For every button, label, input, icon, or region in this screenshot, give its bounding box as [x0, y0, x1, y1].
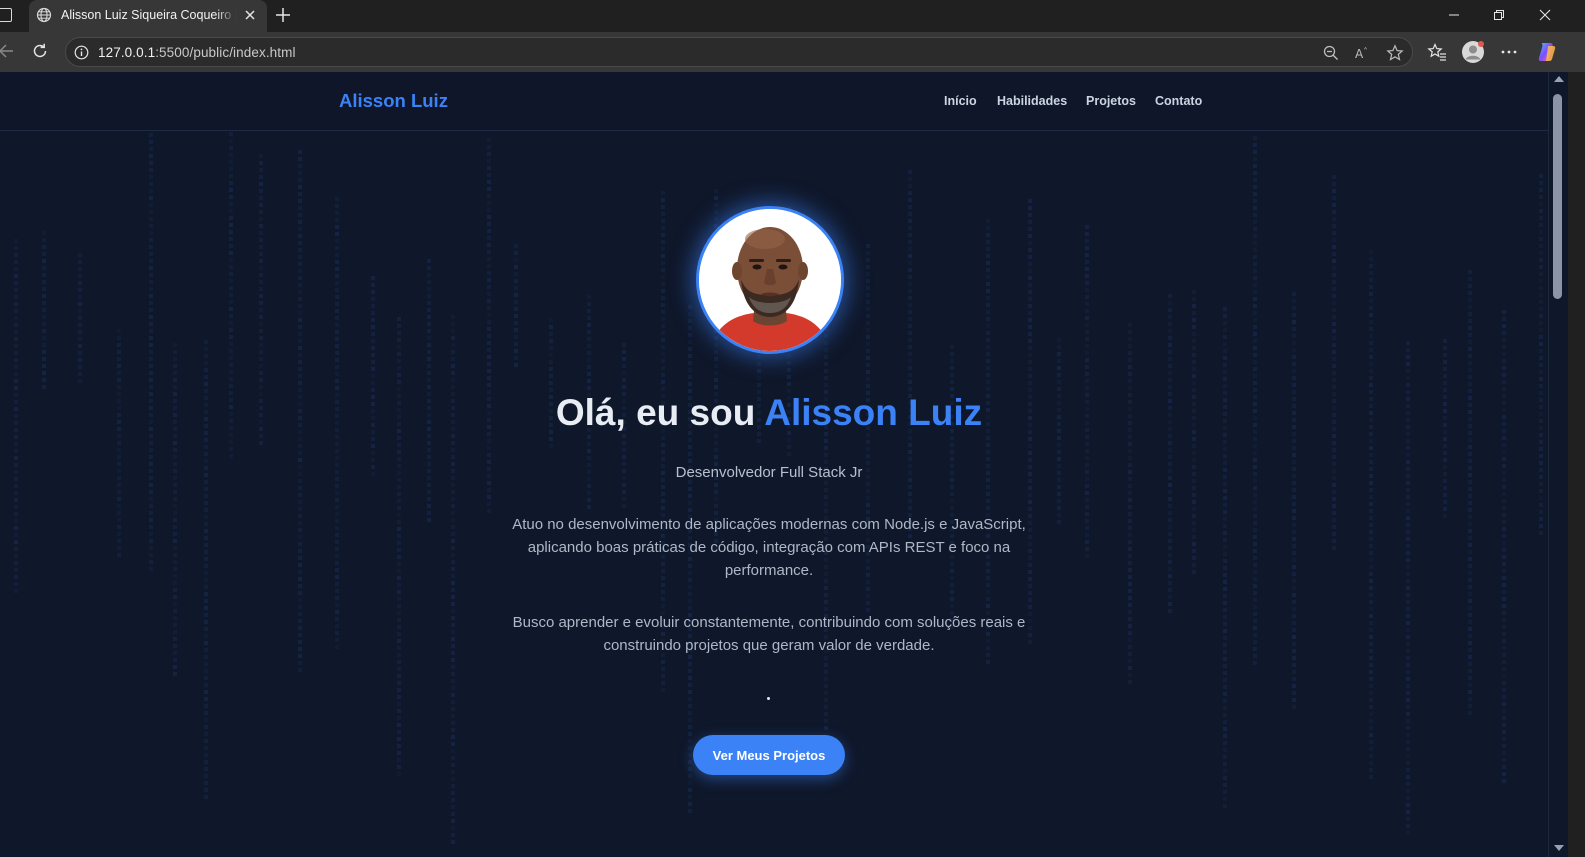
- hero-role: Desenvolvedor Full Stack Jr: [675, 464, 863, 481]
- close-window-icon: [1539, 9, 1551, 21]
- site-info-icon[interactable]: [74, 45, 89, 60]
- hero-paragraph-1: Atuo no desenvolvimento de aplicações mo…: [512, 516, 1026, 579]
- profile-photo: [696, 206, 844, 354]
- address-bar[interactable]: 127.0.0.1:5500/public/index.html A ᴬ: [65, 37, 1413, 67]
- profile-avatar-icon[interactable]: [1461, 40, 1485, 64]
- scrollbar-thumb[interactable]: [1553, 94, 1562, 299]
- read-aloud-icon[interactable]: A ᴬ: [1354, 44, 1372, 62]
- minimize-icon: [1449, 14, 1459, 16]
- hero-greeting: Olá, eu sou: [555, 392, 765, 433]
- nav-link-contato[interactable]: Contato: [1155, 94, 1202, 108]
- svg-text:A: A: [1355, 47, 1364, 61]
- nav-link-habilidades[interactable]: Habilidades: [997, 94, 1067, 108]
- tab-actions-icon[interactable]: [0, 8, 12, 22]
- browser-toolbar: 127.0.0.1:5500/public/index.html A ᴬ: [0, 32, 1585, 72]
- hero-title: Olá, eu sou Alisson Luiz: [0, 392, 1538, 434]
- zoom-out-icon[interactable]: [1322, 44, 1340, 62]
- favorite-star-icon[interactable]: [1386, 44, 1404, 62]
- minimize-button[interactable]: [1432, 0, 1476, 30]
- globe-icon: [36, 7, 52, 23]
- close-tab-icon[interactable]: [243, 8, 257, 22]
- hero-name: Alisson Luiz: [764, 392, 983, 433]
- svg-text:ᴬ: ᴬ: [1364, 46, 1367, 54]
- scroll-down-arrow-icon[interactable]: [1554, 845, 1564, 851]
- favorites-icon[interactable]: [1427, 42, 1447, 62]
- hero-paragraph-2: Busco aprender e evoluir constantemente,…: [512, 614, 1026, 654]
- site-logo[interactable]: Alisson Luiz: [339, 90, 448, 112]
- copilot-icon[interactable]: [1535, 40, 1559, 64]
- more-options-icon[interactable]: [1499, 42, 1519, 62]
- window-edge: [1568, 72, 1585, 857]
- page-scrollbar[interactable]: [1548, 72, 1568, 857]
- typing-cursor-dot: [767, 697, 770, 700]
- page-viewport: Alisson Luiz Início Habilidades Projetos…: [0, 72, 1568, 857]
- restore-button[interactable]: [1477, 0, 1521, 30]
- close-window-button[interactable]: [1523, 0, 1567, 30]
- scroll-up-arrow-icon[interactable]: [1554, 76, 1564, 82]
- back-arrow-icon[interactable]: [0, 42, 14, 60]
- nav-link-inicio[interactable]: Início: [944, 94, 977, 108]
- profile-portrait: [699, 209, 841, 351]
- new-tab-icon[interactable]: [274, 6, 292, 24]
- url-text: 127.0.0.1:5500/public/index.html: [98, 45, 296, 60]
- tab-title: Alisson Luiz Siqueira Coqueiro | Desenvo…: [61, 8, 237, 22]
- reload-icon[interactable]: [31, 42, 49, 60]
- view-projects-button[interactable]: Ver Meus Projetos: [693, 735, 845, 775]
- nav-link-projetos[interactable]: Projetos: [1086, 94, 1136, 108]
- browser-tab-bar: Alisson Luiz Siqueira Coqueiro | Desenvo…: [0, 0, 1585, 32]
- url-path: :5500/public/index.html: [155, 45, 296, 60]
- site-header: Alisson Luiz Início Habilidades Projetos…: [0, 72, 1548, 131]
- url-host: 127.0.0.1: [98, 45, 156, 60]
- browser-tab[interactable]: Alisson Luiz Siqueira Coqueiro | Desenvo…: [29, 0, 267, 32]
- restore-icon: [1494, 10, 1504, 20]
